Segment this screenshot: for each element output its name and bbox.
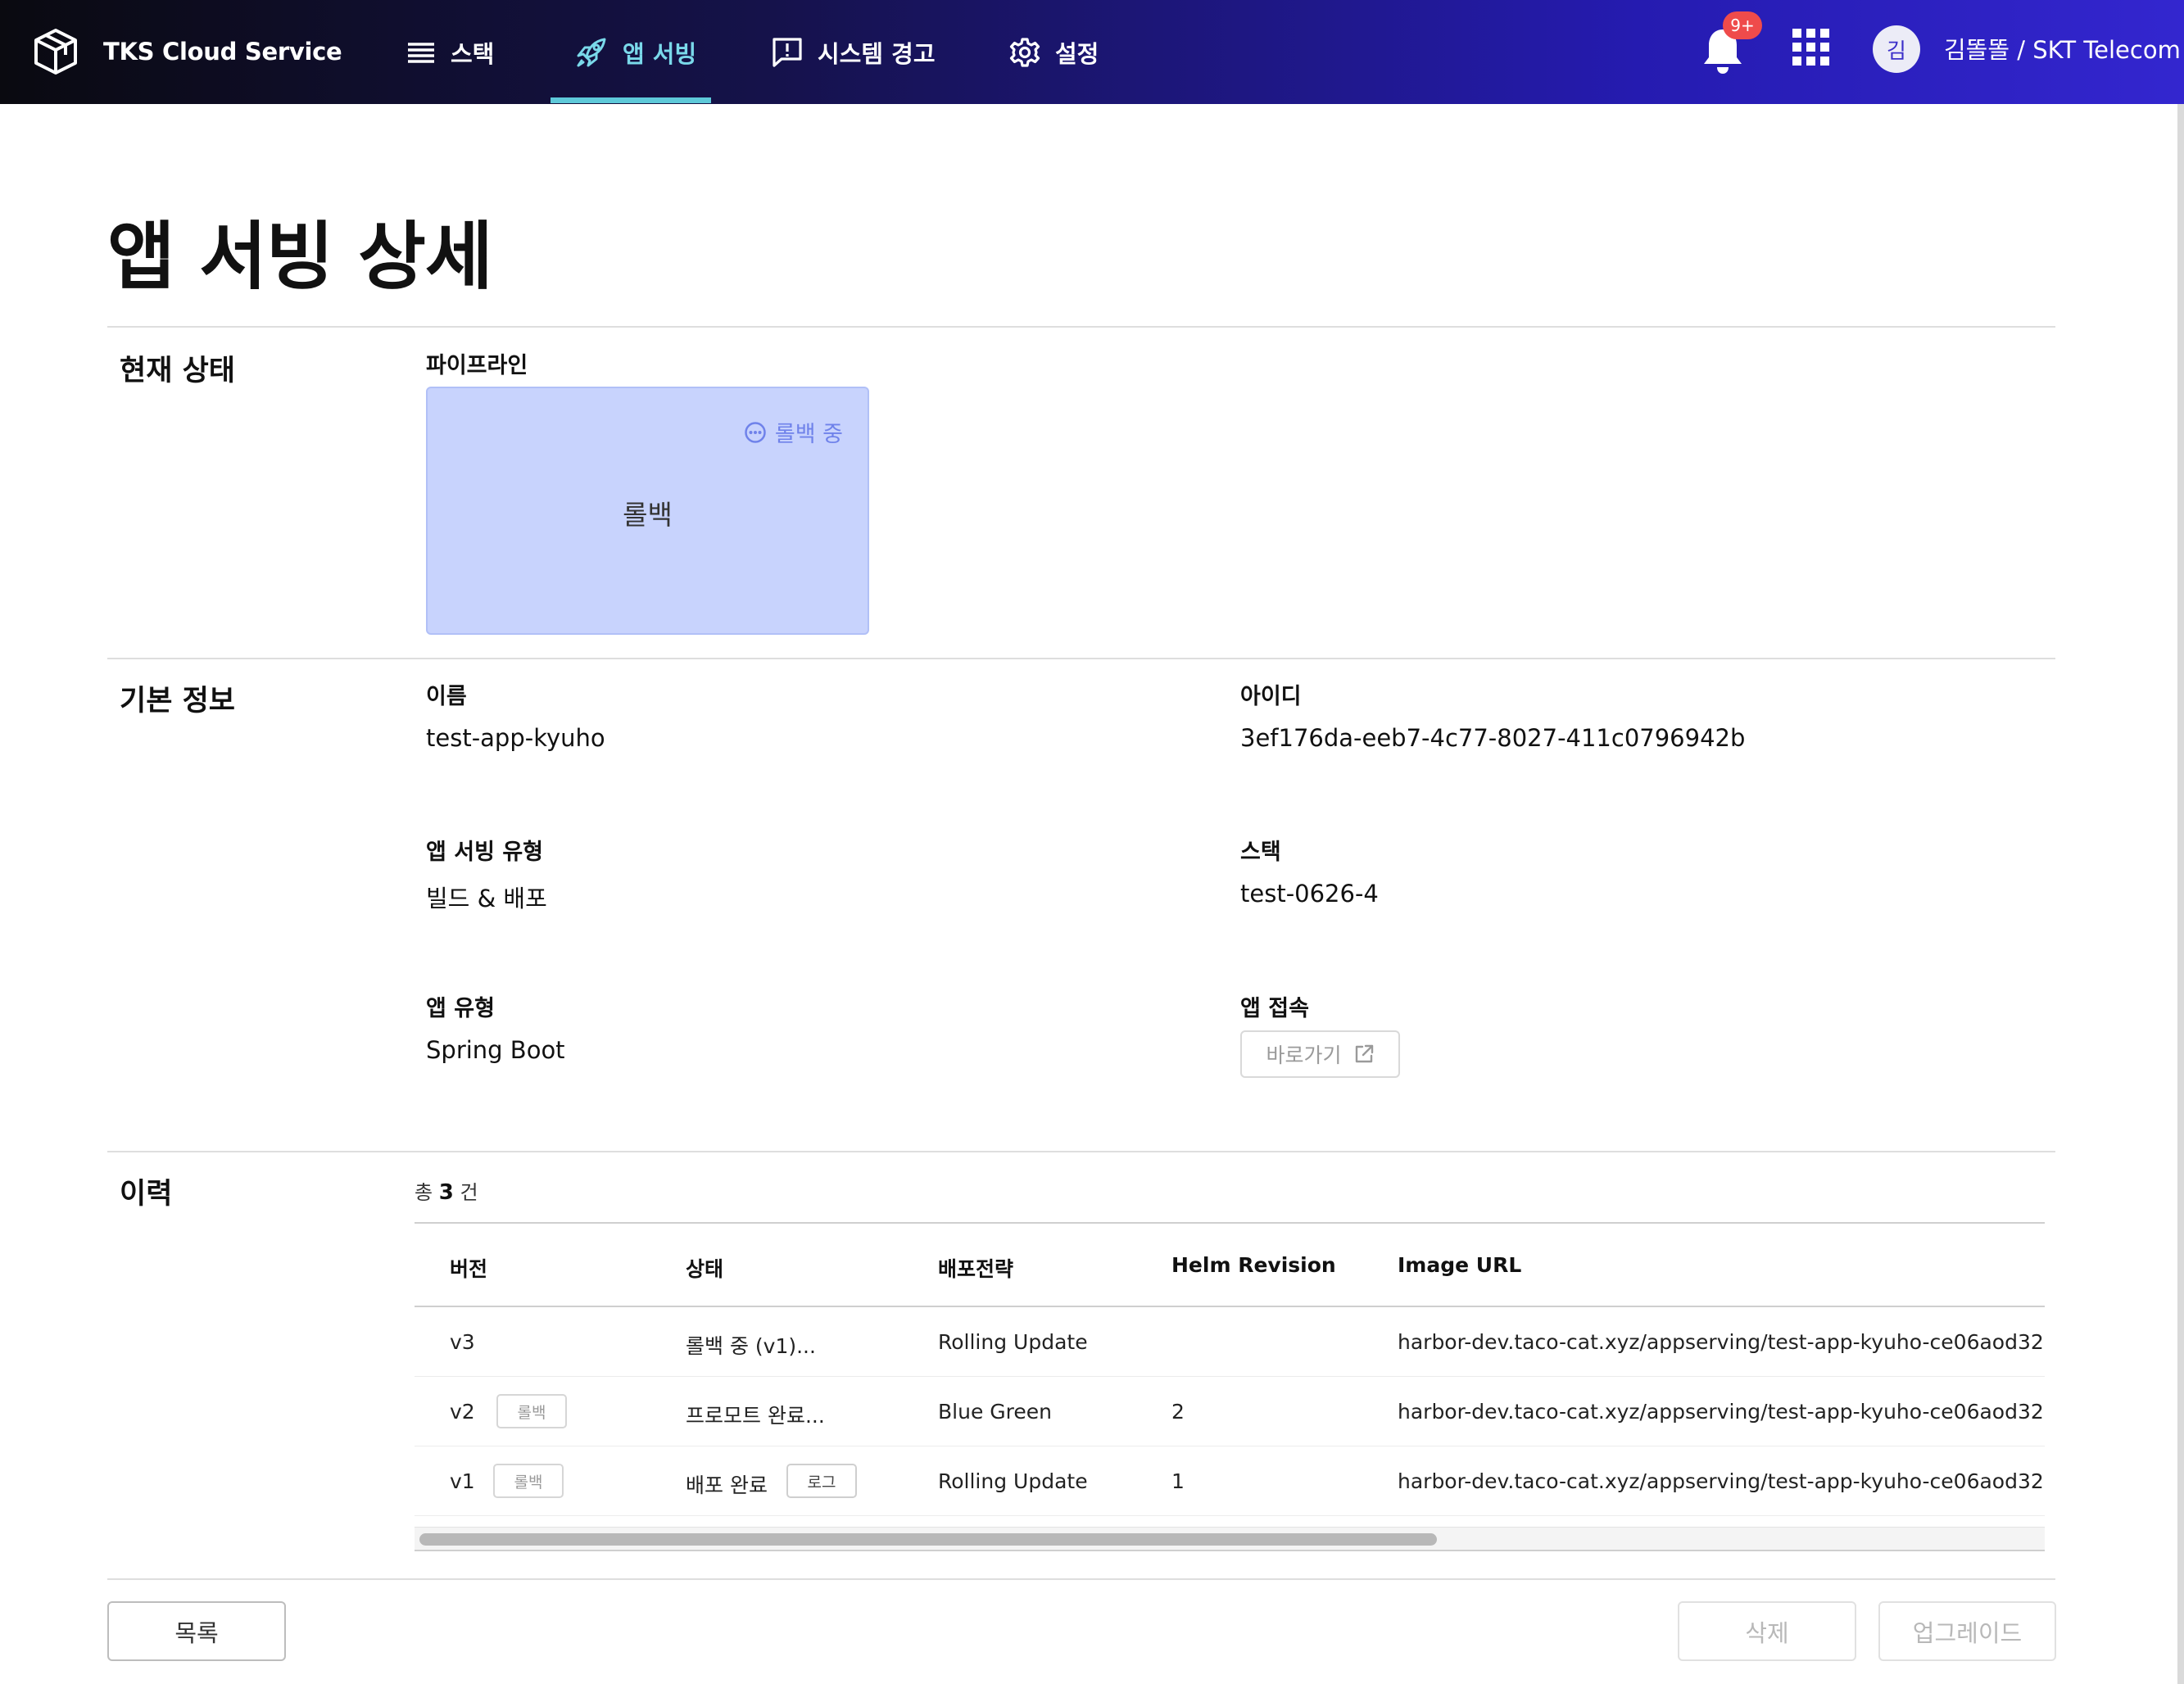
upgrade-button[interactable]: 업그레이드	[1878, 1601, 2056, 1661]
brand[interactable]: TKS Cloud Service	[33, 23, 342, 80]
revision-cell: 2	[1171, 1400, 1185, 1424]
stack-value: test-0626-4	[1240, 880, 1379, 908]
serving-type-label: 앱 서빙 유형	[426, 840, 543, 865]
strategy-cell: Blue Green	[938, 1400, 1052, 1424]
list-button[interactable]: 목록	[107, 1601, 286, 1661]
rollback-button[interactable]: 롤백	[493, 1464, 564, 1498]
total-count: 총 3 건	[415, 1176, 478, 1205]
column-header: Image URL	[1398, 1253, 1522, 1277]
nav-item-label: 스택	[451, 39, 495, 68]
external-link-icon	[1355, 1044, 1373, 1063]
column-header: Helm Revision	[1171, 1253, 1336, 1277]
active-tab-indicator	[551, 97, 711, 103]
nav-item-label: 설정	[1055, 39, 1099, 68]
section-label-current-status: 현재 상태	[120, 355, 235, 387]
table-row[interactable]: v3 롤백 중 (v1)... Rolling Update harbor-de…	[415, 1307, 2045, 1377]
name-label: 이름	[426, 684, 467, 709]
page-title: 앱 서빙 상세	[107, 214, 493, 300]
total-number: 3	[438, 1180, 454, 1205]
revision-cell: 1	[1171, 1469, 1185, 1493]
card-status: 롤백 중	[744, 416, 843, 448]
user-avatar[interactable]: 김	[1873, 25, 1920, 73]
rollback-button[interactable]: 롤백	[496, 1394, 567, 1428]
divider	[107, 326, 2055, 328]
shortcut-button[interactable]: 바로가기	[1240, 1030, 1400, 1078]
page-scrollbar[interactable]	[2177, 104, 2184, 1684]
section-label-basic-info: 기본 정보	[120, 685, 235, 718]
pipeline-label: 파이프라인	[426, 353, 528, 378]
alert-message-icon	[773, 37, 802, 67]
strategy-cell: Rolling Update	[938, 1330, 1088, 1354]
gear-icon	[1009, 37, 1040, 67]
log-button[interactable]: 로그	[786, 1464, 857, 1498]
column-header: 배포전략	[938, 1257, 1014, 1281]
app-type-value: Spring Boot	[426, 1036, 565, 1064]
total-prefix: 총	[415, 1181, 433, 1204]
status-cell: 배포 완료	[686, 1474, 768, 1497]
nav-item-label: 시스템 경고	[818, 39, 936, 68]
version-cell: v3	[450, 1330, 475, 1354]
stack-label: 스택	[1240, 840, 1281, 865]
nav-item-system-alerts[interactable]: 시스템 경고	[772, 0, 936, 104]
column-header: 상태	[686, 1257, 724, 1281]
delete-button[interactable]: 삭제	[1678, 1601, 1856, 1661]
divider	[107, 658, 2055, 659]
app-type-label: 앱 유형	[426, 996, 495, 1021]
top-navigation-bar: TKS Cloud Service 스택 앱 서빙 시스템 경고 설정 9+ 김…	[0, 0, 2184, 104]
divider	[107, 1151, 2055, 1152]
notification-badge: 9+	[1723, 11, 1762, 39]
total-suffix: 건	[460, 1181, 478, 1204]
table-row[interactable]: v2 롤백 프로모트 완료... Blue Green 2 harbor-dev…	[415, 1377, 2045, 1446]
status-cell: 롤백 중 (v1)...	[686, 1334, 816, 1358]
app-access-label: 앱 접속	[1240, 996, 1309, 1021]
brand-name: TKS Cloud Service	[103, 38, 342, 66]
nav-item-label: 앱 서빙	[623, 39, 697, 68]
status-cell: 프로모트 완료...	[686, 1404, 825, 1428]
nav-item-stack[interactable]: 스택	[406, 0, 494, 104]
pipeline-stage-card[interactable]: 롤백 중 롤백	[426, 387, 869, 635]
scrollbar-thumb[interactable]	[419, 1533, 1437, 1546]
image-url-cell: harbor-dev.taco-cat.xyz/appserving/test-…	[1398, 1400, 2045, 1424]
table-header: 버전 상태 배포전략 Helm Revision Image URL	[415, 1222, 2045, 1307]
apps-grid-icon[interactable]	[1792, 29, 1830, 66]
nav-item-app-serving[interactable]: 앱 서빙	[575, 0, 696, 104]
image-url-cell: harbor-dev.taco-cat.xyz/appserving/test-…	[1398, 1469, 2045, 1493]
history-table: 버전 상태 배포전략 Helm Revision Image URL v3 롤백…	[415, 1222, 2045, 1553]
name-value: test-app-kyuho	[426, 724, 605, 752]
card-title: 롤백	[623, 499, 673, 531]
id-label: 아이디	[1240, 684, 1302, 709]
column-header: 버전	[450, 1257, 488, 1281]
more-circle-icon	[745, 421, 766, 443]
section-label-history: 이력	[120, 1178, 173, 1211]
card-status-label: 롤백 중	[774, 422, 843, 447]
version-cell: v2	[450, 1400, 475, 1424]
serving-type-value: 빌드 & 배포	[426, 885, 547, 912]
nav-item-settings[interactable]: 설정	[1009, 0, 1099, 104]
table-row[interactable]: v1 롤백 배포 완료 로그 Rolling Update 1 harbor-d…	[415, 1446, 2045, 1516]
id-value: 3ef176da-eeb7-4c77-8027-411c0796942b	[1240, 724, 1746, 752]
rocket-icon	[577, 38, 606, 66]
version-cell: v1	[450, 1469, 475, 1493]
image-url-cell: harbor-dev.taco-cat.xyz/appserving/test-…	[1398, 1330, 2045, 1354]
shortcut-label: 바로가기	[1266, 1043, 1342, 1067]
divider	[107, 1578, 2055, 1580]
cube-logo-icon	[34, 29, 77, 75]
strategy-cell: Rolling Update	[938, 1469, 1088, 1493]
list-icon	[408, 42, 434, 63]
user-name[interactable]: 김똘똘 / SKT Telecom	[1944, 31, 2181, 66]
table-horizontal-scrollbar[interactable]	[415, 1527, 2045, 1551]
